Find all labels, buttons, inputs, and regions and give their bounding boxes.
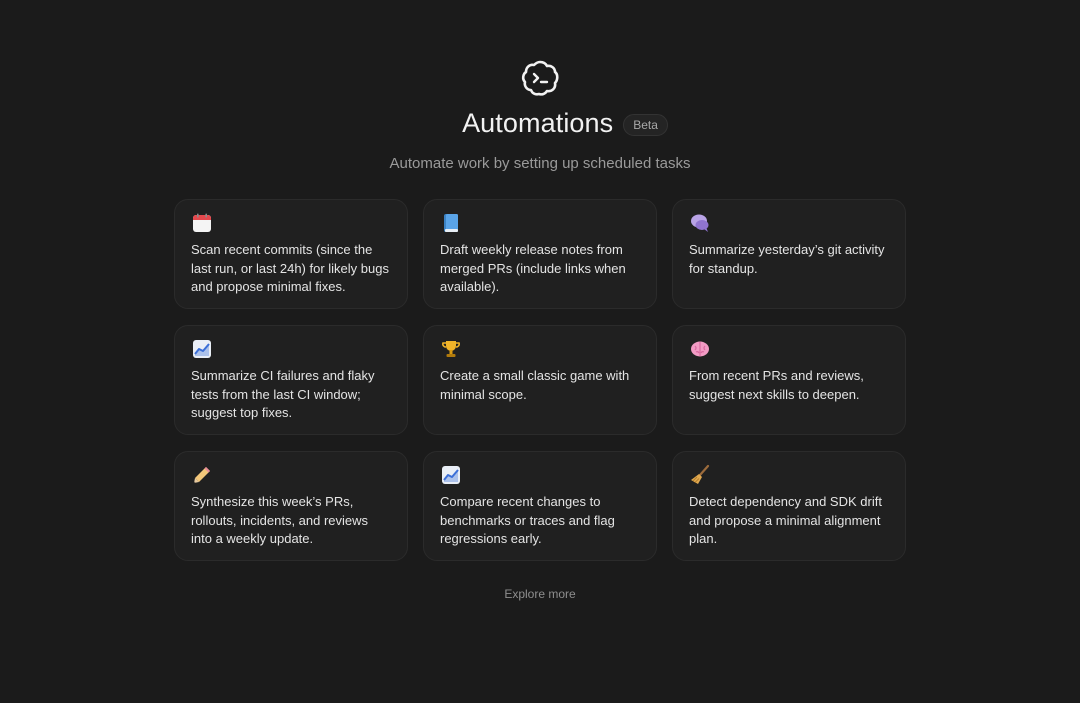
speech-bubble-icon bbox=[689, 212, 711, 234]
app-logo-icon bbox=[520, 58, 560, 98]
card-description: From recent PRs and reviews, suggest nex… bbox=[689, 368, 864, 402]
pencil-icon bbox=[191, 464, 213, 486]
automation-card-classic-game[interactable]: Create a small classic game with minimal… bbox=[423, 325, 657, 435]
chart-increasing-icon bbox=[191, 338, 213, 360]
automation-templates-grid: Scan recent commits (since the last run,… bbox=[174, 199, 906, 561]
automation-card-weekly-update[interactable]: Synthesize this week’s PRs, rollouts, in… bbox=[174, 451, 408, 561]
automation-card-dependency-drift[interactable]: Detect dependency and SDK drift and prop… bbox=[672, 451, 906, 561]
brain-icon bbox=[689, 338, 711, 360]
card-description: Compare recent changes to benchmarks or … bbox=[440, 494, 615, 546]
card-description: Create a small classic game with minimal… bbox=[440, 368, 630, 402]
chart-increasing-icon bbox=[440, 464, 462, 486]
automation-card-standup-summary[interactable]: Summarize yesterday’s git activity for s… bbox=[672, 199, 906, 309]
automation-card-benchmarks[interactable]: Compare recent changes to benchmarks or … bbox=[423, 451, 657, 561]
book-icon bbox=[440, 212, 462, 234]
automation-card-release-notes[interactable]: Draft weekly release notes from merged P… bbox=[423, 199, 657, 309]
automations-page: Automations Beta Automate work by settin… bbox=[0, 0, 1080, 703]
automation-card-skills[interactable]: From recent PRs and reviews, suggest nex… bbox=[672, 325, 906, 435]
card-description: Scan recent commits (since the last run,… bbox=[191, 242, 389, 294]
automation-card-ci-failures[interactable]: Summarize CI failures and flaky tests fr… bbox=[174, 325, 408, 435]
card-description: Summarize yesterday’s git activity for s… bbox=[689, 242, 885, 276]
calendar-icon bbox=[191, 212, 213, 234]
explore-more-link[interactable]: Explore more bbox=[0, 587, 1080, 601]
automation-card-scan-commits[interactable]: Scan recent commits (since the last run,… bbox=[174, 199, 408, 309]
page-subtitle: Automate work by setting up scheduled ta… bbox=[389, 155, 691, 172]
broom-icon bbox=[689, 464, 711, 486]
trophy-icon bbox=[440, 338, 462, 360]
page-title: Automations bbox=[462, 108, 614, 138]
card-description: Detect dependency and SDK drift and prop… bbox=[689, 494, 882, 546]
card-description: Summarize CI failures and flaky tests fr… bbox=[191, 368, 375, 420]
card-description: Draft weekly release notes from merged P… bbox=[440, 242, 626, 294]
card-description: Synthesize this week’s PRs, rollouts, in… bbox=[191, 494, 369, 546]
beta-badge: Beta bbox=[623, 113, 668, 136]
title-row: Automations Beta bbox=[0, 108, 1080, 139]
